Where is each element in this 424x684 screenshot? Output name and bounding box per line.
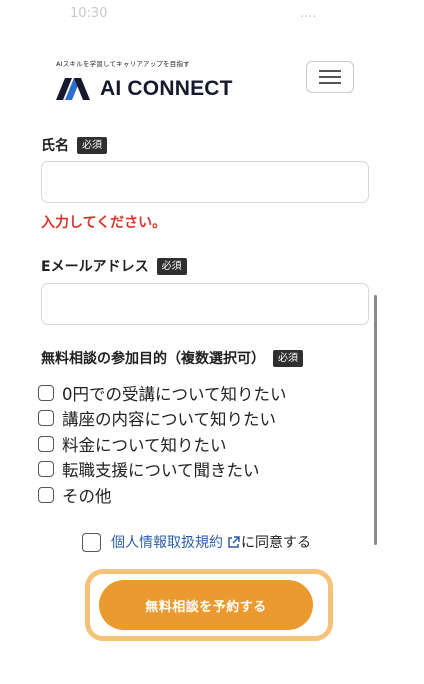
brand-tagline: AIスキルを学習してキャリアアップを目指す bbox=[56, 60, 190, 68]
required-badge: 必須 bbox=[77, 136, 107, 154]
name-error-message: 入力してください。 bbox=[41, 215, 167, 231]
purpose-option[interactable]: 0円での受講について知りたい bbox=[38, 380, 368, 406]
purpose-label-text: 無料相談の参加目的（複数選択可） bbox=[41, 351, 265, 367]
menu-icon bbox=[319, 70, 341, 72]
brand-name: AI CONNECT bbox=[100, 77, 233, 100]
email-input[interactable] bbox=[41, 283, 369, 325]
option-label: 転職支援について聞きたい bbox=[62, 461, 260, 481]
name-label: 氏名 必須 bbox=[41, 135, 107, 155]
agreement-suffix: に同意する bbox=[241, 535, 311, 551]
menu-icon-bar bbox=[319, 76, 341, 78]
required-badge: 必須 bbox=[273, 349, 303, 367]
privacy-agreement: 個人情報取扱規約 に同意する bbox=[82, 532, 311, 552]
checkbox[interactable] bbox=[38, 384, 54, 401]
purpose-options: 0円での受講について知りたい 講座の内容について知りたい 料金について知りたい … bbox=[38, 380, 368, 508]
option-label: その他 bbox=[62, 486, 112, 506]
checkbox[interactable] bbox=[38, 410, 54, 427]
privacy-policy-link[interactable]: 個人情報取扱規約 bbox=[111, 532, 223, 552]
brand-logo[interactable]: AI CONNECT bbox=[56, 77, 233, 101]
email-label-text: Eメールアドレス bbox=[41, 259, 149, 275]
purpose-option[interactable]: 講座の内容について知りたい bbox=[38, 406, 368, 432]
purpose-label: 無料相談の参加目的（複数選択可） 必須 bbox=[41, 348, 303, 368]
status-bar: 10:30 .... bbox=[0, 0, 424, 22]
name-label-text: 氏名 bbox=[41, 138, 69, 154]
agreement-checkbox[interactable] bbox=[82, 532, 101, 552]
external-link-icon bbox=[228, 535, 240, 548]
name-input[interactable] bbox=[41, 161, 369, 203]
checkbox[interactable] bbox=[38, 435, 54, 452]
status-time: 10:30 bbox=[70, 6, 108, 21]
menu-icon-bar bbox=[319, 82, 341, 84]
scrollbar[interactable] bbox=[374, 295, 377, 545]
option-label: 0円での受講について知りたい bbox=[62, 384, 287, 404]
site-header: AIスキルを学習してキャリアアップを目指す AI CONNECT bbox=[56, 55, 366, 105]
menu-button[interactable] bbox=[306, 61, 354, 93]
purpose-option[interactable]: 転職支援について聞きたい bbox=[38, 457, 368, 483]
status-icons: .... bbox=[300, 6, 317, 21]
purpose-option[interactable]: 料金について知りたい bbox=[38, 431, 368, 457]
checkbox[interactable] bbox=[38, 461, 54, 478]
logo-mark-icon bbox=[56, 78, 90, 100]
option-label: 講座の内容について知りたい bbox=[62, 410, 277, 430]
option-label: 料金について知りたい bbox=[62, 435, 227, 455]
required-badge: 必須 bbox=[156, 257, 187, 275]
email-label: Eメールアドレス 必須 bbox=[41, 256, 187, 276]
submit-button[interactable]: 無料相談を予約する bbox=[99, 580, 313, 630]
checkbox[interactable] bbox=[38, 486, 54, 503]
purpose-option[interactable]: その他 bbox=[38, 482, 368, 508]
